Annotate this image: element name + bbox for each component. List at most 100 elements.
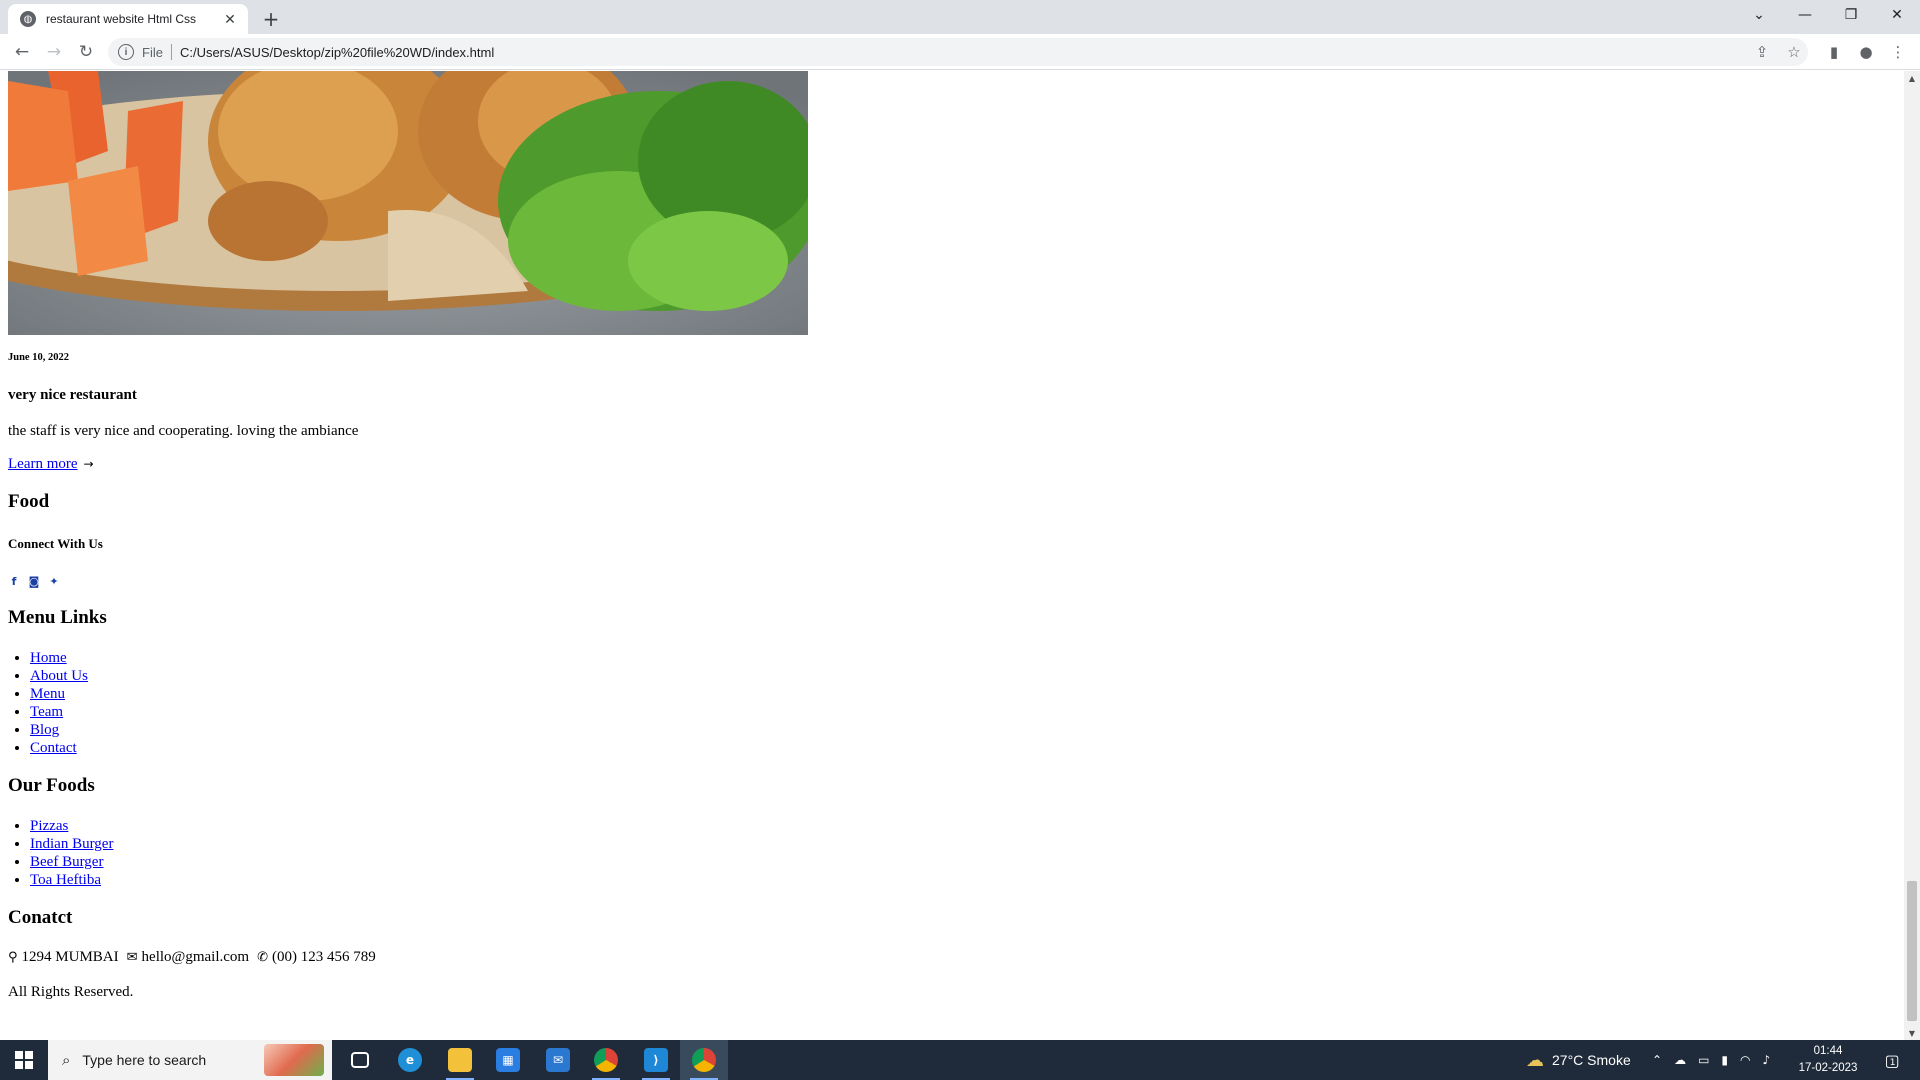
envelope-icon: ✉ (126, 950, 138, 965)
search-icon: ⌕ (62, 1051, 71, 1069)
menu-link-blog[interactable]: Blog (30, 722, 59, 738)
instagram-icon[interactable]: ◙ (28, 575, 40, 588)
food-link-beef-burger[interactable]: Beef Burger (30, 854, 103, 870)
reload-button[interactable]: ↻ (72, 38, 100, 66)
task-view-icon (351, 1052, 369, 1068)
contact-info: ⚲ 1294 MUMBAI ✉ hello@gmail.com ✆ (00) 1… (8, 949, 1888, 966)
profile-avatar-icon[interactable]: ● (1852, 38, 1880, 66)
onedrive-icon[interactable]: ☁ (1674, 1053, 1686, 1067)
page-content: June 10, 2022 very nice restaurant the s… (8, 346, 1888, 1001)
close-window-button[interactable]: ✕ (1874, 0, 1920, 30)
edge-app[interactable]: e (386, 1040, 434, 1080)
menu-link-team[interactable]: Team (30, 704, 63, 720)
edge-icon: e (398, 1048, 422, 1072)
chrome-icon (594, 1048, 618, 1072)
learn-more-label: Learn more (8, 456, 78, 472)
learn-more-link[interactable]: Learn more (8, 456, 78, 473)
contact-address: 1294 MUMBAI (21, 949, 119, 965)
file-explorer-app[interactable] (436, 1040, 484, 1080)
restore-button[interactable]: ❐ (1828, 0, 1874, 30)
search-highlight-image (264, 1044, 324, 1076)
mail-icon: ✉ (546, 1048, 570, 1072)
phone-icon: ✆ (257, 950, 268, 965)
scroll-up-icon[interactable]: ▲ (1904, 71, 1920, 85)
social-links: f ◙ ✦ (8, 573, 1888, 589)
post-text: the staff is very nice and cooperating. … (8, 423, 359, 439)
url-scheme: File (142, 44, 163, 60)
contact-phone: (00) 123 456 789 (271, 949, 376, 965)
divider (170, 44, 172, 60)
browser-tab-strip: ◍ restaurant website Html Css ✕ + ⌄ — ❐ … (0, 0, 1920, 34)
food-link-pizzas[interactable]: Pizzas (30, 818, 68, 834)
mail-app[interactable]: ✉ (534, 1040, 582, 1080)
scroll-down-icon[interactable]: ▼ (1904, 1026, 1920, 1040)
post-date: June 10, 2022 (8, 352, 69, 363)
tab-search-chevron-icon[interactable]: ⌄ (1736, 0, 1782, 30)
weather-widget[interactable]: ☁ 27°C Smoke (1526, 1040, 1631, 1080)
list-item: Beef Burger (30, 853, 1888, 871)
connect-heading: Connect With Us (8, 536, 103, 551)
clock-time: 01:44 (1813, 1045, 1843, 1057)
chrome-app-active[interactable] (680, 1040, 728, 1080)
battery-icon[interactable]: ▮ (1721, 1053, 1728, 1067)
menu-link-home[interactable]: Home (30, 650, 67, 666)
food-link-toa-heftiba[interactable]: Toa Heftiba (30, 872, 101, 888)
list-item: Contact (30, 739, 1888, 757)
new-tab-button[interactable]: + (258, 6, 284, 32)
menu-link-contact[interactable]: Contact (30, 740, 77, 756)
page-scrollbar[interactable]: ▲ ▼ (1904, 71, 1920, 1040)
contact-email: hello@gmail.com (141, 949, 250, 965)
taskbar-search[interactable]: ⌕ Type here to search (48, 1040, 332, 1080)
search-placeholder: Type here to search (82, 1052, 207, 1068)
scrollbar-thumb[interactable] (1907, 881, 1917, 1021)
bookmark-star-icon[interactable]: ☆ (1780, 38, 1808, 66)
facebook-icon[interactable]: f (8, 575, 20, 588)
list-item: Indian Burger (30, 835, 1888, 853)
url-text[interactable]: C:/Users/ASUS/Desktop/zip%20file%20WD/in… (180, 45, 494, 60)
menu-link-about[interactable]: About Us (30, 668, 88, 684)
menu-link-menu[interactable]: Menu (30, 686, 65, 702)
volume-icon[interactable]: ♪ (1763, 1053, 1771, 1067)
list-item: About Us (30, 667, 1888, 685)
store-app[interactable]: ▦ (484, 1040, 532, 1080)
site-info-icon[interactable]: i (118, 44, 134, 60)
task-view-button[interactable] (336, 1040, 384, 1080)
map-pin-icon: ⚲ (8, 950, 18, 965)
notification-count: 1 (1889, 1058, 1896, 1068)
address-bar[interactable]: i File C:/Users/ASUS/Desktop/zip%20file%… (108, 38, 1808, 66)
food-link-indian-burger[interactable]: Indian Burger (30, 836, 113, 852)
chrome-app[interactable] (582, 1040, 630, 1080)
post-title: very nice restaurant (8, 387, 137, 403)
vscode-app[interactable]: ⟩ (632, 1040, 680, 1080)
blog-post-image (8, 71, 808, 335)
share-icon[interactable]: ⇪ (1748, 38, 1776, 66)
minimize-button[interactable]: — (1782, 0, 1828, 30)
wifi-icon[interactable]: ◠ (1740, 1053, 1750, 1067)
globe-icon: ◍ (20, 11, 36, 27)
menu-links-list: Home About Us Menu Team Blog Contact (8, 649, 1888, 757)
notification-center-button[interactable]: ▢ 1 (1870, 1040, 1910, 1080)
forward-button[interactable]: → (40, 38, 68, 66)
windows-taskbar: ⌕ Type here to search e ▦ ✉ ⟩ ☁ 27°C Smo… (0, 1040, 1920, 1080)
our-foods-heading: Our Foods (8, 775, 95, 796)
page-viewport: June 10, 2022 very nice restaurant the s… (0, 71, 1904, 1040)
list-item: Home (30, 649, 1888, 667)
browser-menu-icon[interactable]: ⋮ (1884, 38, 1912, 66)
system-tray: ⌃ ☁ ▭ ▮ ◠ ♪ (1652, 1040, 1770, 1080)
close-tab-icon[interactable]: ✕ (222, 11, 238, 27)
footer-brand: Food (8, 491, 50, 512)
start-button[interactable] (0, 1040, 48, 1080)
clock[interactable]: 01:44 17-02-2023 (1796, 1040, 1860, 1080)
contact-heading: Conatct (8, 907, 73, 928)
twitter-icon[interactable]: ✦ (48, 575, 60, 588)
weather-text: 27°C Smoke (1552, 1052, 1631, 1068)
back-button[interactable]: ← (8, 38, 36, 66)
browser-tab[interactable]: ◍ restaurant website Html Css ✕ (8, 4, 248, 34)
tab-title: restaurant website Html Css (46, 12, 197, 26)
arrow-right-icon: → (83, 457, 94, 471)
chevron-up-icon[interactable]: ⌃ (1652, 1053, 1662, 1067)
side-panel-icon[interactable]: ▮ (1820, 38, 1848, 66)
display-icon[interactable]: ▭ (1698, 1053, 1709, 1067)
store-icon: ▦ (496, 1048, 520, 1072)
list-item: Blog (30, 721, 1888, 739)
